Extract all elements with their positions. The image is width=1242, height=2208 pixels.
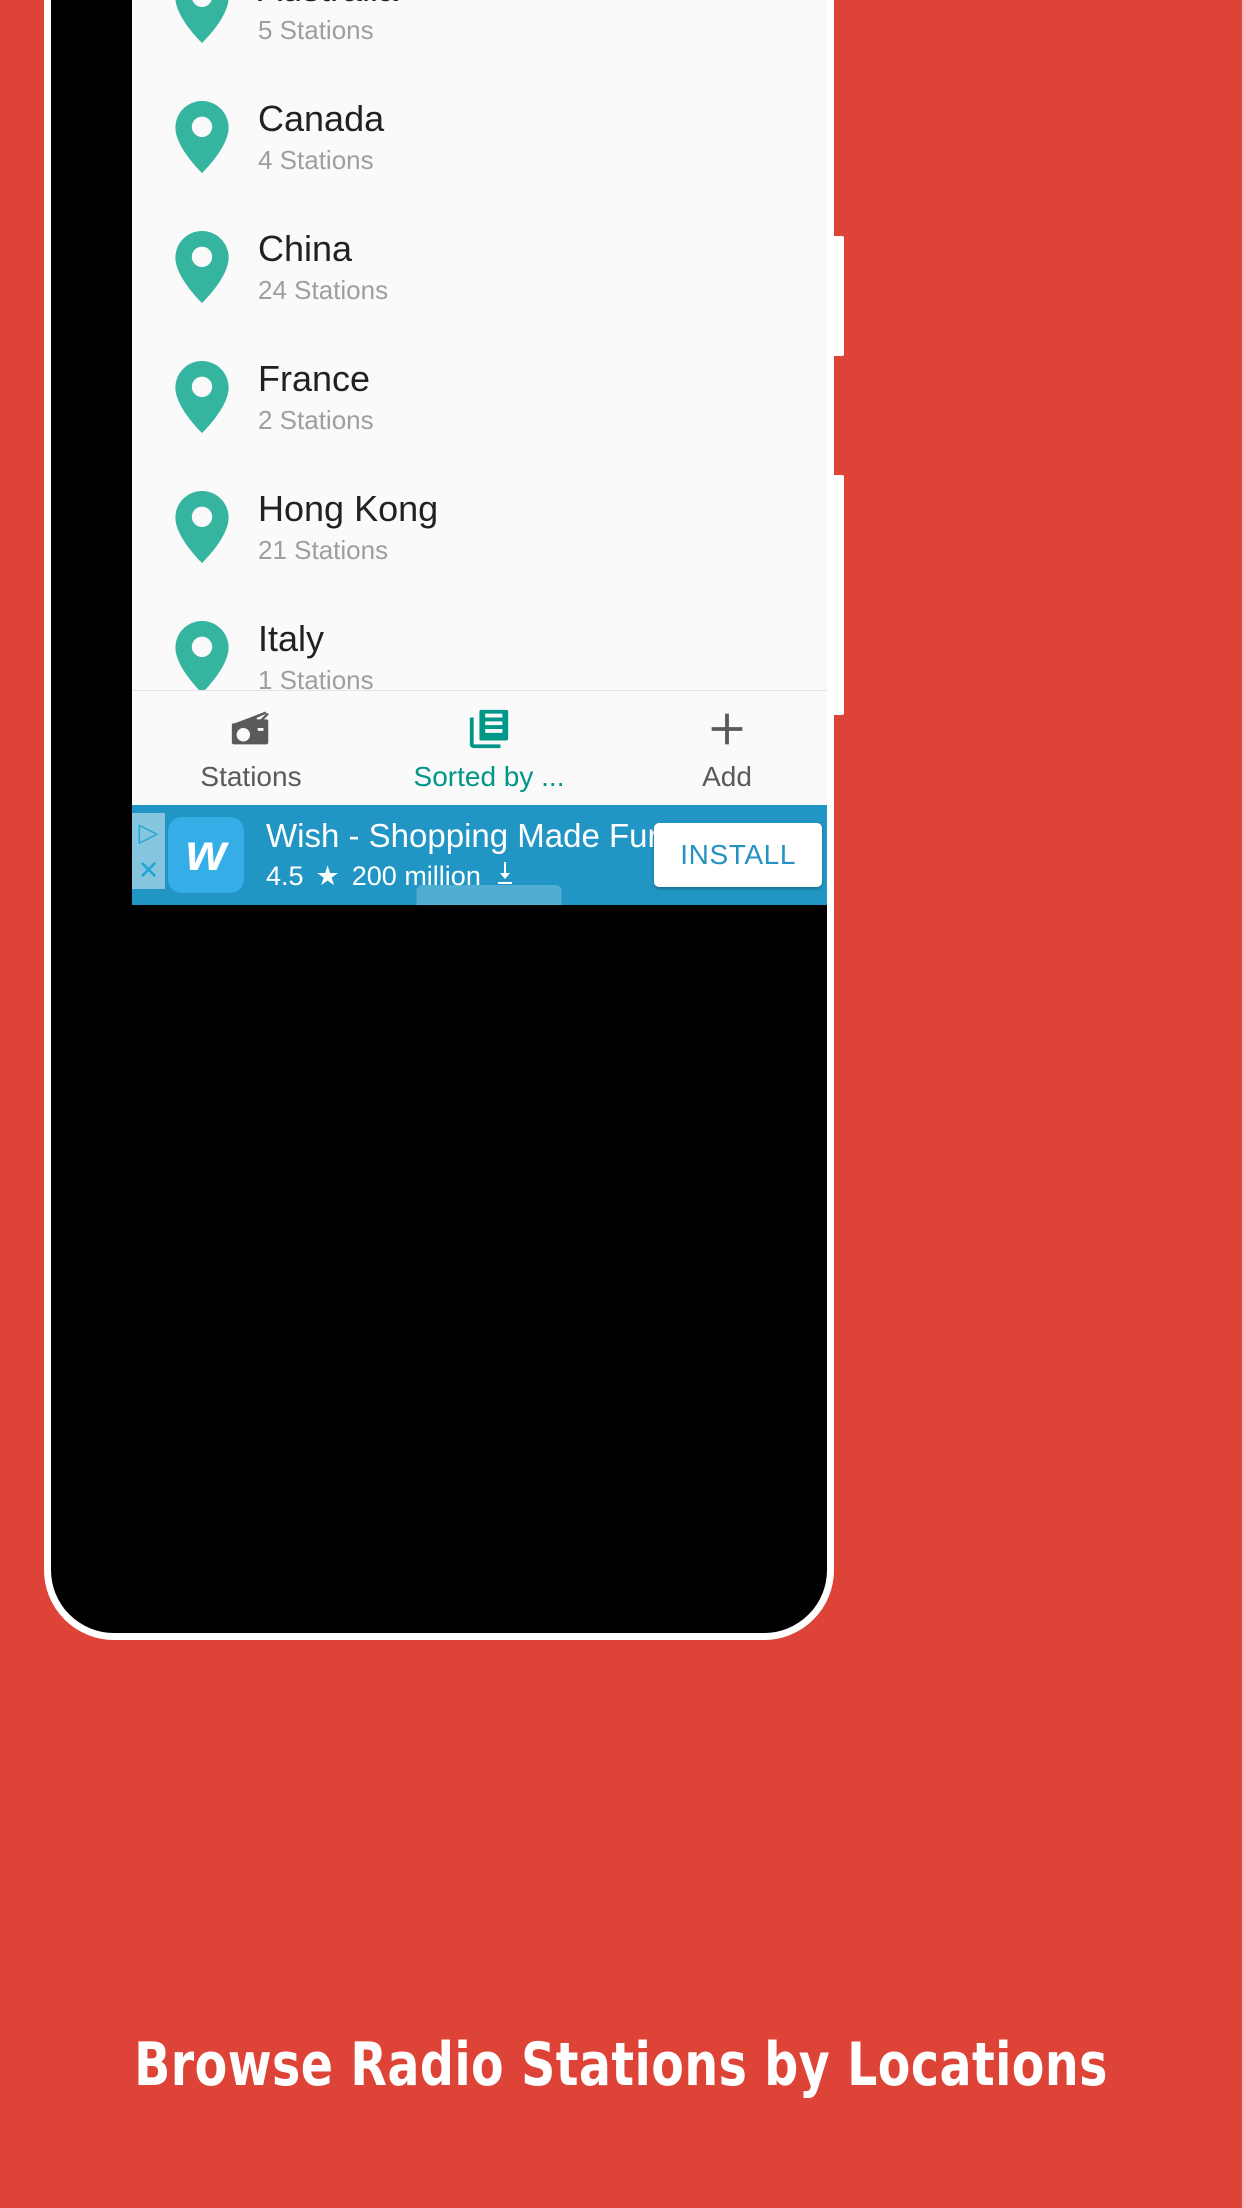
list-item-title: Canada: [258, 97, 385, 139]
ad-choices-icon[interactable]: ▷: [132, 813, 165, 851]
location-pin-icon: [164, 621, 240, 690]
list-item-text: Italy 1 Stations: [258, 618, 374, 690]
location-list[interactable]: Australia 5 Stations Canada 4 Stations: [132, 0, 827, 690]
ad-choices-container[interactable]: ▷ ✕: [132, 813, 165, 889]
ad-progress-bar: [416, 885, 562, 905]
location-pin-icon: [164, 101, 240, 173]
page-caption: Browse Radio Stations by Locations: [134, 2030, 1108, 2100]
nav-item-add-label: Add: [702, 760, 752, 792]
location-pin-icon: [164, 231, 240, 303]
nav-item-add[interactable]: Add: [608, 691, 827, 806]
list-item-text: China 24 Stations: [258, 228, 388, 306]
bottom-navigation: Stations Sorted by ... Add: [132, 690, 827, 806]
location-pin-icon: [164, 491, 240, 563]
list-item-subtitle: 2 Stations: [258, 405, 374, 436]
close-icon[interactable]: ✕: [132, 851, 165, 889]
list-item-subtitle: 24 Stations: [258, 275, 389, 306]
ad-title: Wish - Shopping Made Fun: [266, 817, 666, 854]
list-item-title: Hong Kong: [258, 487, 439, 529]
ad-rating: 4.5: [266, 861, 304, 891]
nav-item-stations[interactable]: Stations: [132, 691, 370, 806]
list-item-text: France 2 Stations: [258, 358, 374, 436]
nav-item-stations-label: Stations: [200, 760, 302, 792]
list-item-subtitle: 4 Stations: [258, 145, 374, 176]
list-item[interactable]: France 2 Stations: [132, 332, 827, 462]
star-icon: ★: [315, 861, 340, 891]
list-item-text: Canada 4 Stations: [258, 98, 384, 176]
list-item-text: Hong Kong 21 Stations: [258, 488, 438, 566]
list-item[interactable]: Hong Kong 21 Stations: [132, 462, 827, 592]
app-screen: Sorted by ... GENRE LOCATION: [132, 0, 827, 905]
ad-app-icon: w: [168, 817, 244, 893]
list-item[interactable]: Australia 5 Stations: [132, 0, 827, 72]
ad-text-block: Wish - Shopping Made Fun 4.5 ★ 200 milli…: [266, 817, 666, 893]
phone-power-button: [833, 475, 844, 715]
list-item[interactable]: Italy 1 Stations: [132, 592, 827, 690]
plus-icon: [704, 705, 750, 753]
list-item[interactable]: China 24 Stations: [132, 202, 827, 332]
list-item-title: Italy: [258, 617, 325, 659]
nav-item-sorted-by[interactable]: Sorted by ...: [370, 691, 608, 806]
ad-banner[interactable]: ▷ ✕ w Wish - Shopping Made Fun 4.5 ★ 200…: [132, 805, 827, 905]
ad-install-button[interactable]: INSTALL: [654, 823, 822, 887]
nav-item-sorted-by-label: Sorted by ...: [413, 760, 565, 792]
location-pin-icon: [164, 361, 240, 433]
list-item[interactable]: Canada 4 Stations: [132, 72, 827, 202]
list-item-subtitle: 5 Stations: [258, 15, 374, 46]
location-pin-icon: [164, 0, 240, 43]
list-item-subtitle: 21 Stations: [258, 535, 389, 566]
list-item-text: Australia 5 Stations: [258, 0, 398, 46]
list-item-title: China: [258, 227, 353, 269]
radio-icon: [228, 705, 274, 753]
list-item-title: France: [258, 357, 371, 399]
sorted-list-icon: [466, 705, 512, 753]
phone-frame: Sorted by ... GENRE LOCATION: [44, 0, 834, 1640]
list-item-title: Australia: [258, 0, 398, 9]
list-item-subtitle: 1 Stations: [258, 665, 374, 690]
ad-app-icon-letter: w: [185, 824, 227, 882]
phone-volume-button: [833, 236, 844, 356]
